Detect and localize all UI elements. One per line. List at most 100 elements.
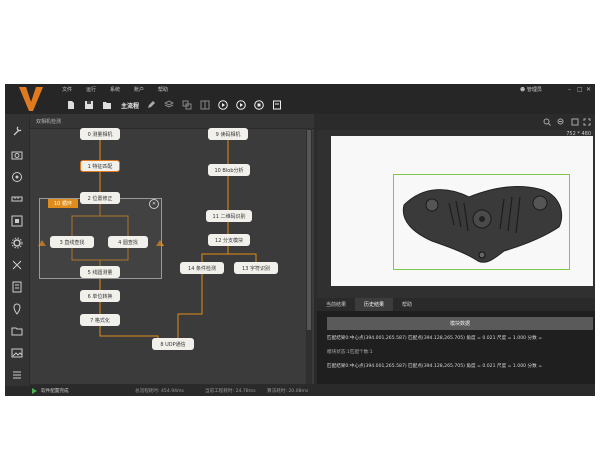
folder-tool-icon[interactable] bbox=[11, 322, 23, 336]
node-8[interactable]: 8 UDP通信 bbox=[152, 338, 194, 350]
node-12[interactable]: 12 分支模块 bbox=[208, 234, 250, 246]
panel-icon bbox=[273, 100, 282, 110]
document-icon[interactable] bbox=[11, 278, 23, 293]
node-11[interactable]: 11 二维码识别 bbox=[206, 210, 252, 222]
image-tool-icon[interactable] bbox=[11, 344, 23, 358]
pin-icon[interactable] bbox=[11, 300, 23, 315]
menu-bar: 文件 运行 系统 账户 帮助 bbox=[55, 86, 175, 93]
part-image bbox=[402, 186, 563, 263]
node-1[interactable]: 1 特征匹配 bbox=[80, 160, 120, 172]
node-3[interactable]: 3 直线查找 bbox=[50, 236, 94, 248]
camera-icon[interactable] bbox=[11, 146, 23, 160]
result-line: 模块状态:1匹配个数:1 bbox=[327, 350, 373, 355]
copy-icon bbox=[182, 100, 192, 110]
file-icon bbox=[68, 101, 74, 109]
wrench-icon[interactable] bbox=[11, 122, 23, 136]
settings-button[interactable] bbox=[271, 99, 283, 111]
image-resolution: 752 * 480 bbox=[566, 131, 591, 137]
results-panel: 模块数据 匹配结果0:中心点(394.001,265.587) 匹配点(394.… bbox=[317, 311, 595, 384]
stop-button[interactable] bbox=[253, 99, 265, 111]
gear-icon[interactable] bbox=[11, 234, 23, 249]
node-6[interactable]: 6 单位转换 bbox=[80, 290, 120, 302]
user-name: 管理员 bbox=[526, 87, 542, 93]
save-icon bbox=[85, 101, 93, 109]
total-time: 总流程耗时: 454.94ms bbox=[135, 389, 184, 394]
zoom-in-icon[interactable] bbox=[543, 118, 551, 126]
fullscreen-icon[interactable] bbox=[583, 118, 591, 126]
status-bar: 软件配置完成 总流程耗时: 454.94ms 当前工程耗时: 24.78ms 算… bbox=[5, 386, 595, 396]
node-14[interactable]: 14 条件检测 bbox=[180, 262, 224, 274]
folder-icon bbox=[103, 102, 111, 109]
flow-scrollbar[interactable] bbox=[306, 128, 312, 384]
menu-account[interactable]: 账户 bbox=[127, 86, 151, 93]
ruler-icon[interactable] bbox=[11, 190, 23, 202]
menu-system[interactable]: 系统 bbox=[103, 86, 127, 93]
app-window: 文件 运行 系统 账户 帮助 ☻ 管理员 – □ ✕ 主流程 双相机检测 10 … bbox=[5, 84, 595, 396]
node-7[interactable]: 7 格式化 bbox=[80, 314, 120, 326]
node-10[interactable]: 10 Blob分析 bbox=[208, 164, 250, 176]
tab-history-result[interactable]: 历史结果 bbox=[355, 298, 394, 311]
flow-title: 双相机检测 bbox=[36, 119, 62, 125]
loop-play-icon bbox=[236, 100, 246, 110]
tab-current-result[interactable]: 当前结果 bbox=[317, 298, 355, 311]
stop-icon bbox=[254, 100, 264, 110]
loop-close-icon[interactable]: ✕ bbox=[149, 199, 159, 209]
status-text: 软件配置完成 bbox=[41, 389, 69, 394]
module-data-header: 模块数据 bbox=[327, 317, 593, 330]
new-file-button[interactable] bbox=[65, 99, 77, 111]
toolbar: 主流程 bbox=[65, 98, 289, 112]
minimize-icon[interactable]: – bbox=[568, 86, 571, 93]
grid-button[interactable] bbox=[199, 99, 211, 111]
node-0[interactable]: 0 测量相机 bbox=[80, 128, 120, 140]
list-icon[interactable] bbox=[11, 366, 23, 379]
image-view[interactable]: X:0000 Y:0000 R:0 G:0 B:0 bbox=[331, 136, 593, 306]
play-icon bbox=[218, 100, 228, 110]
process-selector[interactable]: 主流程 bbox=[121, 101, 139, 110]
fit-icon[interactable] bbox=[571, 118, 579, 126]
save-button[interactable] bbox=[83, 99, 95, 111]
tab-help[interactable]: 帮助 bbox=[393, 298, 421, 311]
tool-sidebar bbox=[5, 114, 29, 386]
app-logo bbox=[19, 87, 43, 111]
result-line: 匹配结果0:中心点(394.001,265.587) 匹配点(394.128,2… bbox=[327, 364, 543, 369]
layers-icon bbox=[164, 100, 175, 108]
status-play-icon bbox=[32, 388, 37, 394]
flow-header: 双相机检测 bbox=[30, 114, 314, 129]
title-bar: 文件 运行 系统 账户 帮助 ☻ 管理员 – □ ✕ 主流程 bbox=[5, 84, 595, 114]
node-4[interactable]: 4 圆查找 bbox=[108, 236, 148, 248]
flow-editor: 双相机检测 10 循环 ✕ 0 测量相机 1 特征匹配 2 位置修正 3 直线查… bbox=[30, 114, 314, 384]
arrows-icon[interactable] bbox=[11, 256, 23, 270]
node-2[interactable]: 2 位置修正 bbox=[80, 192, 120, 204]
menu-help[interactable]: 帮助 bbox=[151, 86, 175, 93]
copy-button[interactable] bbox=[181, 99, 193, 111]
scrollbar-thumb[interactable] bbox=[307, 130, 311, 330]
open-folder-button[interactable] bbox=[101, 99, 113, 111]
menu-file[interactable]: 文件 bbox=[55, 86, 79, 93]
target-icon[interactable] bbox=[11, 168, 23, 182]
loop-label: 10 循环 bbox=[48, 199, 78, 208]
zoom-out-icon[interactable] bbox=[557, 118, 565, 126]
image-toolbar bbox=[317, 114, 595, 130]
user-menu[interactable]: ☻ 管理员 bbox=[520, 86, 542, 93]
node-13[interactable]: 13 字符识别 bbox=[234, 262, 278, 274]
grid-select-icon[interactable] bbox=[11, 212, 23, 227]
result-line: 匹配结果0:中心点(394.001,265.587) 匹配点(394.128,2… bbox=[327, 336, 543, 341]
node-9[interactable]: 9 读码相机 bbox=[208, 128, 248, 140]
run-once-button[interactable] bbox=[217, 99, 229, 111]
flow-canvas[interactable]: 10 循环 ✕ 0 测量相机 1 特征匹配 2 位置修正 3 直线查找 4 圆查… bbox=[30, 128, 314, 384]
maximize-icon[interactable]: □ bbox=[577, 86, 583, 93]
node-5[interactable]: 5 线圆测量 bbox=[80, 266, 120, 278]
run-loop-button[interactable] bbox=[235, 99, 247, 111]
edit-button[interactable] bbox=[145, 99, 157, 111]
user-icon: ☻ bbox=[520, 87, 526, 93]
roi-box[interactable] bbox=[393, 174, 570, 270]
menu-run[interactable]: 运行 bbox=[79, 86, 103, 93]
algo-time: 算法耗时: 20.08ms bbox=[267, 389, 309, 394]
current-time: 当前工程耗时: 24.78ms bbox=[205, 389, 256, 394]
close-icon[interactable]: ✕ bbox=[586, 86, 591, 93]
image-panel: X:0000 Y:0000 R:0 G:0 B:0 752 * 480 当前结果… bbox=[317, 114, 595, 384]
layers-button[interactable] bbox=[163, 99, 175, 111]
grid-icon bbox=[200, 100, 210, 110]
pencil-icon bbox=[148, 101, 156, 108]
result-tabs: 当前结果 历史结果 帮助 bbox=[317, 298, 595, 311]
